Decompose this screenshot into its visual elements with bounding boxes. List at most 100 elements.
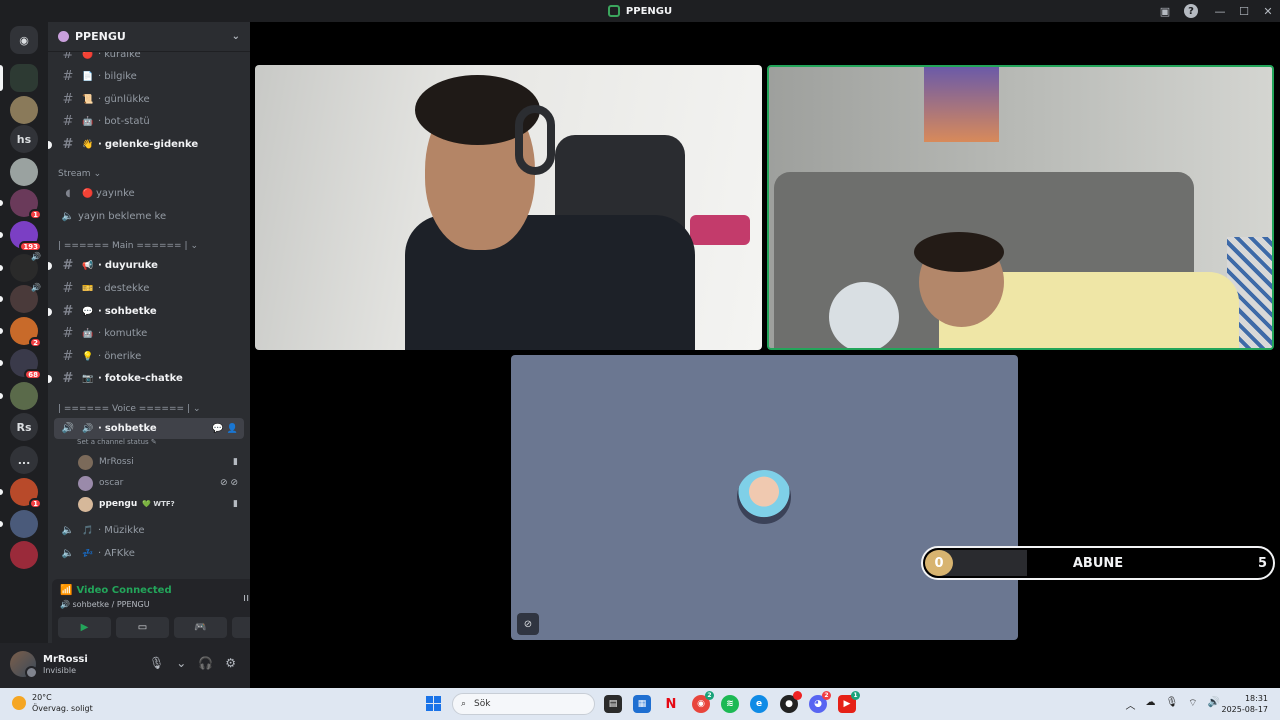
voice-user[interactable]: oscar ⊘ ⊘ — [78, 473, 244, 493]
chevron-up-icon[interactable]: ︿ — [1125, 697, 1135, 712]
voice-channel-afkke[interactable]: 🔈 💤 · AFKke — [54, 543, 244, 564]
user-name[interactable]: MrRossi — [43, 654, 88, 665]
system-tray: ︿ ☁ 🎙 ⌔ 🔊 — [1125, 697, 1220, 712]
server-icon[interactable] — [10, 158, 38, 186]
channel-komutke[interactable]: # 🤖 · komutke — [54, 323, 244, 344]
video-tile-camera-off[interactable]: ⊘ — [511, 355, 1018, 640]
unread-pill — [0, 360, 3, 366]
server-icon[interactable]: 🔊 — [0, 283, 41, 313]
clock-date: 2025-08-17 — [1221, 705, 1269, 714]
channel-label: Müzikke — [104, 525, 145, 536]
store-icon[interactable]: ▦ — [633, 695, 651, 713]
server-icon[interactable] — [0, 382, 38, 410]
channel-fotoke-chatke[interactable]: # 📷 · fotoke-chatke — [48, 368, 244, 389]
chevron-down-icon[interactable]: ⌄ — [176, 656, 186, 670]
channel-kuralke[interactable]: # 🔴 · kuralke — [54, 52, 244, 65]
stage-channel-icon: ◖ — [65, 188, 71, 199]
channel-gunlukke[interactable]: # 📜 · günlükke — [54, 89, 244, 110]
title-bar-controls: ▣ ? — ☐ ✕ — [1156, 0, 1280, 22]
server-icon-hs[interactable]: hs — [10, 125, 38, 153]
share-screen-button[interactable]: ▭ — [116, 617, 169, 638]
gear-icon[interactable]: ⚙ — [225, 656, 236, 670]
camera-button[interactable]: ▶ — [58, 617, 111, 638]
chrome-icon[interactable]: ◉ 2 — [692, 691, 714, 713]
channel-bilgike[interactable]: # 📄 · bilgike — [54, 66, 244, 87]
taskbar-search[interactable]: ⌕ Sök — [452, 693, 595, 715]
text-channel-icon: # — [62, 69, 74, 84]
server-icon[interactable] — [10, 96, 38, 124]
video-tile-speaking[interactable] — [767, 65, 1274, 350]
task-view-icon[interactable]: ▤ — [604, 695, 622, 713]
counter-right: 5 — [1257, 555, 1267, 571]
voice-user-name: ppengu — [99, 499, 138, 509]
category-stream[interactable]: Stream ⌄ — [58, 169, 101, 179]
channel-label: önerike — [104, 351, 142, 362]
channel-onerike[interactable]: # 💡 · önerike — [54, 346, 244, 367]
obs-icon[interactable]: ● — [780, 691, 802, 713]
channel-gelenke-gidenke[interactable]: # 👋 · gelenke-gidenke — [48, 134, 244, 155]
set-channel-status[interactable]: Set a channel status ✎ — [77, 438, 157, 446]
channel-label: sohbetke — [104, 423, 157, 434]
microphone-icon[interactable]: 🎙 — [1165, 697, 1178, 712]
maximize-button[interactable]: ☐ — [1232, 0, 1256, 22]
connection-status[interactable]: 📶 Video Connected — [60, 585, 172, 596]
server-icon[interactable]: 🔊 — [0, 252, 41, 282]
server-icon-ppengu[interactable] — [0, 64, 38, 92]
start-button[interactable] — [426, 696, 441, 711]
channel-emoji: 📢 — [82, 260, 94, 271]
avatar[interactable] — [10, 651, 38, 679]
server-rail: ◉ hs 1 193 🔊 🔊 2 68 Rs ... 1 — [0, 22, 48, 688]
unread-pill — [0, 521, 3, 527]
server-icon[interactable]: 68 — [0, 349, 42, 380]
unread-pill — [0, 265, 3, 271]
server-icon[interactable]: 193 — [0, 221, 42, 252]
more-servers-button[interactable]: ... — [10, 446, 38, 474]
edge-icon[interactable]: e — [750, 695, 768, 713]
help-icon[interactable]: ? — [1184, 4, 1198, 18]
youtube-icon[interactable]: ▶ 1 — [838, 691, 860, 713]
server-icon[interactable]: 2 — [0, 317, 42, 348]
discord-app: PPENGU ▣ ? — ☐ ✕ ◉ hs 1 193 🔊 🔊 2 68 Rs … — [0, 0, 1280, 720]
home-button[interactable]: ◉ — [10, 26, 38, 54]
channel-destekke[interactable]: # 🎫 · destekke — [54, 278, 244, 299]
voice-user[interactable]: ppengu 💚 WTF? ▮ — [78, 494, 244, 514]
headphones-icon[interactable]: 🎧 — [198, 656, 213, 670]
minimize-button[interactable]: — — [1208, 0, 1232, 22]
video-tile[interactable] — [255, 65, 762, 350]
channel-sohbetke[interactable]: # 💬 · sohbetke — [48, 301, 244, 322]
netflix-icon[interactable]: N — [662, 695, 680, 713]
server-icon[interactable]: 1 — [0, 478, 42, 509]
avatar — [78, 475, 93, 491]
category-main[interactable]: | ====== Main ====== | ⌄ — [58, 241, 198, 251]
channel-yayin-bekleme[interactable]: 🔈 yayın bekleme ke — [54, 206, 244, 227]
server-icon[interactable]: 1 — [0, 189, 42, 220]
spotify-icon[interactable]: ≋ — [721, 695, 739, 713]
cloud-icon[interactable]: ☁ — [1145, 697, 1155, 712]
add-member-icon[interactable]: 👤 — [227, 424, 238, 434]
server-icon-rs[interactable]: Rs — [10, 413, 38, 441]
discord-icon[interactable]: ◕ 2 — [809, 691, 831, 713]
taskbar-clock[interactable]: 18:31 2025-08-17 — [1222, 693, 1269, 715]
voice-user[interactable]: MrRossi ▮ — [78, 452, 244, 472]
voice-channel-sohbetke[interactable]: 🔊 🔊 · sohbetke 💬 👤 — [54, 418, 244, 439]
volume-icon[interactable]: 🔊 — [1208, 697, 1220, 712]
user-status: Invisible — [43, 666, 76, 675]
weather-widget[interactable]: 20°C Övervag. soligt — [12, 692, 93, 714]
close-button[interactable]: ✕ — [1256, 0, 1280, 22]
connected-channel[interactable]: 🔊 sohbetke / PPENGU — [60, 600, 150, 609]
microphone-icon[interactable]: 🎙 — [149, 656, 164, 670]
activities-button[interactable]: 🎮 — [174, 617, 227, 638]
inbox-icon[interactable]: ▣ — [1156, 2, 1174, 20]
channel-yayinke[interactable]: ◖ 🔴 yayınke — [54, 183, 244, 204]
server-icon[interactable] — [10, 541, 38, 569]
channel-emoji: 🔴 — [82, 188, 94, 199]
channel-duyuruke[interactable]: # 📢 · duyuruke — [48, 255, 244, 276]
server-header[interactable]: PPENGU ⌄ — [48, 22, 250, 52]
chat-bubble-icon[interactable]: 💬 — [212, 424, 223, 434]
wall-poster — [924, 67, 999, 142]
channel-bot-statu[interactable]: # 🤖 · bot-statü — [54, 111, 244, 132]
server-icon[interactable] — [0, 510, 38, 538]
category-voice[interactable]: | ====== Voice ====== | ⌄ — [58, 404, 201, 414]
voice-channel-muzikke[interactable]: 🔈 🎵 · Müzikke — [54, 520, 244, 541]
wifi-icon[interactable]: ⌔ — [1188, 697, 1197, 712]
